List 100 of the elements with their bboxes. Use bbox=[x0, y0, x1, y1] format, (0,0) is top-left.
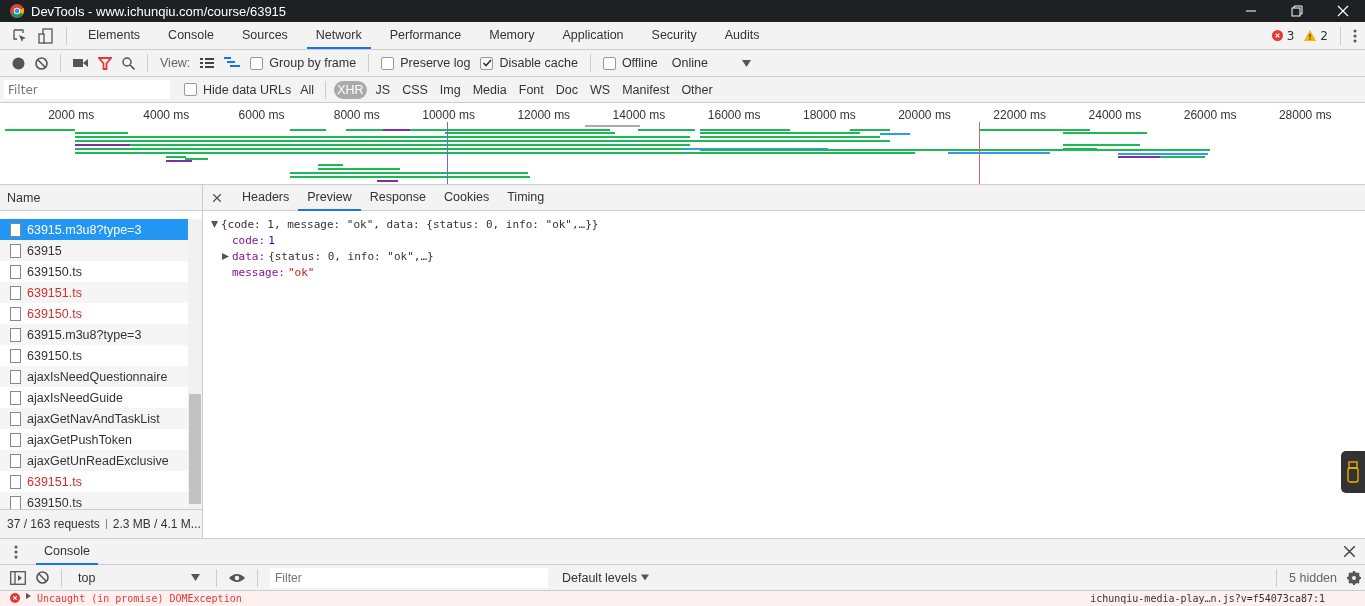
window-title: DevTools - www.ichunqiu.com/course/63915 bbox=[31, 3, 287, 19]
json-value: {status: 0, info: "ok",…} bbox=[268, 249, 434, 263]
panel-tab[interactable]: Application bbox=[553, 22, 633, 49]
file-icon bbox=[10, 243, 21, 258]
clear-icon[interactable] bbox=[35, 56, 48, 70]
time-tick-label: 18000 ms bbox=[802, 107, 857, 124]
filter-field[interactable]: Filter bbox=[4, 80, 170, 99]
checkbox-label: Offline bbox=[621, 56, 658, 70]
time-tick-label: 2000 ms bbox=[47, 107, 96, 124]
panel-tab[interactable]: Sources bbox=[233, 22, 297, 49]
file-icon bbox=[10, 222, 21, 237]
error-count: 3 bbox=[1286, 28, 1295, 43]
restore-icon[interactable] bbox=[1291, 5, 1303, 17]
file-icon bbox=[10, 306, 21, 321]
scrollbar[interactable] bbox=[188, 219, 202, 509]
file-icon bbox=[10, 453, 21, 468]
sidebar-toggle-icon[interactable] bbox=[10, 570, 26, 585]
time-tick-label: 26000 ms bbox=[1182, 107, 1238, 124]
close-icon[interactable] bbox=[1344, 546, 1355, 557]
panel-tab[interactable]: Console bbox=[159, 22, 223, 49]
request-name: 639150.ts bbox=[27, 264, 82, 279]
caret-icon bbox=[741, 59, 751, 67]
video-camera-icon[interactable] bbox=[73, 58, 88, 68]
type-filter[interactable]: Img bbox=[436, 80, 464, 99]
time-tick-label: 6000 ms bbox=[237, 107, 286, 124]
detail-tab[interactable]: Preview bbox=[298, 184, 361, 211]
type-filter[interactable]: JS bbox=[372, 80, 394, 99]
type-filter[interactable]: Doc bbox=[552, 80, 581, 99]
waterfall-view-icon[interactable] bbox=[224, 57, 241, 69]
panel-tab[interactable]: Audits bbox=[715, 22, 769, 49]
source-link[interactable]: ichunqiu-media-play…n.js?v=f54073ca87:1 bbox=[1090, 593, 1325, 604]
panel-tab[interactable]: Elements bbox=[79, 22, 150, 49]
clear-icon[interactable] bbox=[36, 571, 49, 584]
checkbox[interactable] bbox=[250, 56, 264, 70]
type-filter[interactable]: WS bbox=[587, 80, 614, 99]
context-dropdown[interactable]: top bbox=[74, 570, 204, 585]
request-row[interactable]: 639151.ts bbox=[0, 282, 188, 303]
type-filter[interactable]: Media bbox=[469, 80, 510, 99]
view-label: View: bbox=[160, 56, 191, 70]
request-row[interactable]: 63915.m3u8?type=3 bbox=[0, 324, 188, 345]
json-key: code: bbox=[232, 233, 266, 247]
time-tick-label: 28000 ms bbox=[1277, 107, 1333, 124]
console-filter-field[interactable]: Filter bbox=[270, 567, 548, 588]
time-tick-label: 20000 ms bbox=[897, 107, 952, 124]
close-icon[interactable] bbox=[213, 193, 221, 202]
time-tick-label: 22000 ms bbox=[992, 107, 1048, 124]
type-filter[interactable]: Manifest bbox=[619, 80, 673, 99]
time-tick-label: 16000 ms bbox=[706, 107, 762, 124]
expand-triangle-icon[interactable] bbox=[222, 252, 229, 260]
file-icon bbox=[10, 285, 21, 300]
type-filter[interactable]: All bbox=[297, 80, 318, 99]
throttling-dropdown[interactable]: Online bbox=[667, 56, 755, 70]
warning-icon bbox=[1304, 30, 1317, 41]
record-icon[interactable] bbox=[12, 56, 25, 70]
request-name: ajaxIsNeedGuide bbox=[27, 390, 123, 405]
file-icon bbox=[10, 432, 21, 447]
request-row[interactable]: ajaxGetNavAndTaskList bbox=[0, 408, 188, 429]
checkbox[interactable] bbox=[602, 56, 616, 70]
expand-triangle-icon[interactable] bbox=[211, 220, 218, 228]
file-icon bbox=[10, 327, 21, 342]
request-row[interactable]: 639150.ts bbox=[0, 492, 188, 509]
device-toolbar-icon[interactable] bbox=[38, 27, 54, 44]
detail-tab[interactable]: Response bbox=[360, 184, 435, 211]
type-filter[interactable]: CSS bbox=[399, 80, 431, 99]
request-row[interactable]: ajaxIsNeedQuestionnaire bbox=[0, 366, 188, 387]
detail-tab[interactable]: Timing bbox=[498, 184, 554, 211]
request-name: 63915.m3u8?type=3 bbox=[27, 222, 142, 237]
detail-tab[interactable]: Cookies bbox=[435, 184, 499, 211]
time-tick-label: 8000 ms bbox=[332, 107, 381, 124]
settings-icon[interactable] bbox=[1347, 570, 1361, 585]
request-row[interactable]: 63915 bbox=[0, 240, 188, 261]
side-button[interactable] bbox=[1341, 451, 1365, 493]
more-options-icon[interactable] bbox=[14, 544, 18, 559]
warning-count: 2 bbox=[1320, 28, 1328, 43]
checkbox[interactable] bbox=[381, 56, 395, 70]
request-row[interactable]: ajaxGetUnReadExclusive bbox=[0, 450, 188, 471]
checkbox[interactable] bbox=[184, 83, 197, 96]
json-key: data: bbox=[232, 249, 266, 263]
expand-triangle-icon[interactable] bbox=[26, 593, 31, 599]
more-options-icon[interactable] bbox=[1353, 28, 1357, 43]
time-tick-label: 24000 ms bbox=[1087, 107, 1143, 124]
inspect-icon[interactable] bbox=[12, 27, 28, 44]
levels-dropdown[interactable]: Default levels bbox=[558, 570, 654, 585]
panel-tab[interactable]: Memory bbox=[480, 22, 544, 49]
file-icon bbox=[10, 411, 21, 426]
panel-tab[interactable]: Security bbox=[642, 22, 706, 49]
json-value: 1 bbox=[268, 233, 275, 247]
checkbox[interactable] bbox=[480, 56, 494, 70]
detail-tab[interactable]: Headers bbox=[233, 184, 299, 211]
type-filter[interactable]: Other bbox=[678, 80, 716, 99]
filter-icon[interactable] bbox=[98, 56, 112, 70]
file-icon bbox=[10, 474, 21, 489]
column-header[interactable]: Name bbox=[0, 185, 202, 211]
caret-icon bbox=[191, 574, 200, 581]
checkbox-label: Preserve log bbox=[400, 56, 471, 70]
search-icon[interactable] bbox=[122, 56, 135, 70]
type-filter[interactable]: Font bbox=[515, 80, 547, 99]
panel-tab[interactable]: Performance bbox=[380, 22, 471, 49]
list-view-icon[interactable] bbox=[200, 58, 215, 68]
eye-icon[interactable] bbox=[229, 572, 245, 583]
